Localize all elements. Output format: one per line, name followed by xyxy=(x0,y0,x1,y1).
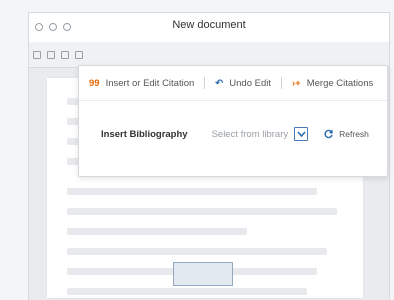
merge-citations-label: Merge Citations xyxy=(306,77,374,89)
insert-bibliography-label: Insert Bibliography xyxy=(101,128,188,140)
undo-edit-button[interactable]: ↶ Undo Edit xyxy=(215,78,271,89)
insert-edit-citation-label: Insert or Edit Citation xyxy=(105,77,195,89)
lock-icon[interactable] xyxy=(75,51,83,59)
app-window: New document 99 Insert or Edit Citation … xyxy=(0,0,394,300)
document-icon[interactable] xyxy=(33,51,41,59)
chevron-down-icon[interactable] xyxy=(294,127,309,141)
toolbar-separator xyxy=(281,77,282,89)
undo-arrow-icon: ↶ xyxy=(215,77,224,89)
citation-toolbar: 99 Insert or Edit Citation ↶ Undo Edit ›… xyxy=(79,66,387,100)
refresh-label: Refresh xyxy=(339,129,369,139)
refresh-icon xyxy=(324,129,333,139)
text-line xyxy=(67,288,307,295)
merge-icon: ›+ xyxy=(292,77,301,89)
library-select[interactable]: Select from library xyxy=(212,127,309,141)
edit-icon[interactable] xyxy=(61,51,69,59)
library-select-placeholder: Select from library xyxy=(211,128,289,140)
panel-divider xyxy=(79,100,387,101)
text-line xyxy=(67,228,247,235)
title-bar: New document xyxy=(28,12,390,42)
citation-selection-box[interactable] xyxy=(173,262,233,286)
window-title: New document xyxy=(172,19,246,31)
citation-panel: 99 Insert or Edit Citation ↶ Undo Edit ›… xyxy=(78,65,388,177)
text-line xyxy=(67,188,317,195)
merge-citations-button[interactable]: ›+ Merge Citations xyxy=(292,78,373,89)
citation-quote-icon: 99 xyxy=(89,77,100,89)
bibliography-row: Insert Bibliography Select from library … xyxy=(101,124,377,144)
refresh-button[interactable]: Refresh xyxy=(324,129,369,139)
text-line xyxy=(67,248,327,255)
text-line xyxy=(67,208,337,215)
toolbar-separator xyxy=(204,77,206,89)
insert-edit-citation-button[interactable]: 99 Insert or Edit Citation xyxy=(89,78,194,89)
undo-edit-label: Undo Edit xyxy=(229,77,271,89)
print-icon[interactable] xyxy=(47,51,55,59)
